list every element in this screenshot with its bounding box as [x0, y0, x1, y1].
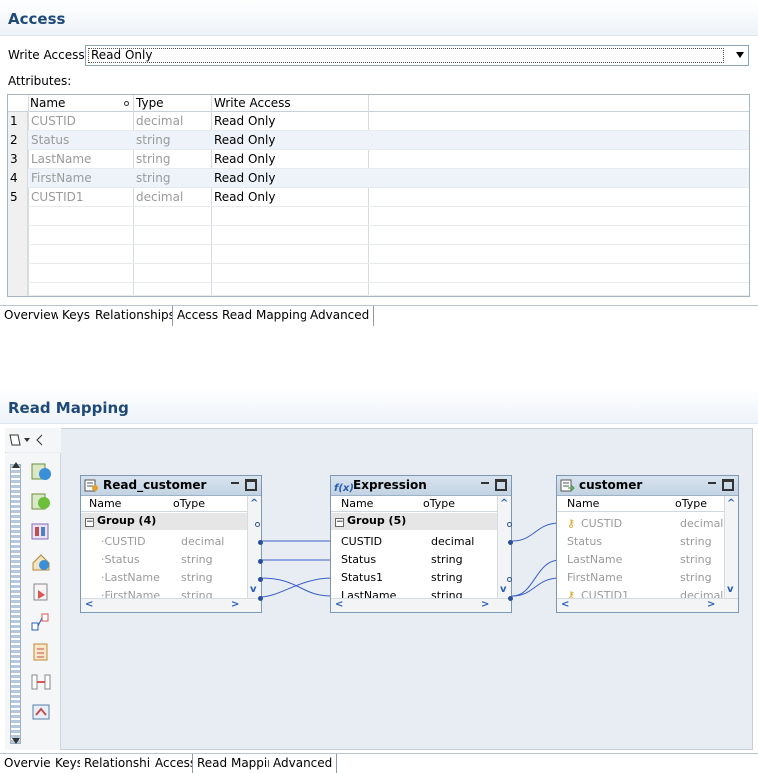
field-name: CUSTID	[581, 517, 623, 530]
column-header: Name οType	[81, 496, 247, 512]
maximize-icon[interactable]	[245, 479, 257, 491]
expression-title: Expression	[353, 478, 427, 492]
port-icon[interactable]	[507, 577, 512, 582]
type-label: Type	[179, 497, 205, 510]
port-icon[interactable]	[508, 596, 513, 601]
scroll-up-icon[interactable]: ^	[727, 498, 735, 509]
scroll-right-icon[interactable]: >	[707, 599, 715, 610]
column-header-type: οType	[423, 497, 455, 510]
maximize-icon[interactable]	[495, 479, 507, 491]
horizontal-scrollbar[interactable]: < >	[331, 598, 511, 612]
group-label: Group (4)	[97, 514, 157, 527]
maximize-icon[interactable]	[722, 479, 734, 491]
port-icon[interactable]	[255, 522, 260, 527]
field-label: LastName	[104, 571, 160, 584]
field-type: string	[680, 553, 712, 566]
column-header: Name οType	[557, 496, 724, 512]
field-name: Status	[341, 553, 377, 566]
port-icon[interactable]	[258, 596, 263, 601]
read-source-icon	[84, 479, 98, 492]
horizontal-scrollbar[interactable]: < >	[81, 598, 261, 612]
tab-advanced[interactable]: Advanced	[269, 754, 338, 773]
column-header-name: Name	[341, 497, 374, 510]
scroll-left-icon[interactable]: <	[85, 599, 93, 610]
scroll-right-icon[interactable]: >	[231, 599, 239, 610]
field-type: string	[181, 553, 213, 566]
field-label: CUSTID	[104, 535, 146, 548]
key-icon: ⚷	[567, 517, 576, 530]
scroll-down-icon[interactable]: v	[727, 584, 734, 595]
scroll-right-icon[interactable]: >	[481, 599, 489, 610]
horizontal-scrollbar[interactable]: < >	[557, 598, 738, 612]
group-row[interactable]: − Group (4)	[81, 513, 247, 530]
field-type: string	[431, 571, 463, 584]
field-label: FirstName	[104, 589, 161, 598]
field-name: LastName	[567, 553, 623, 566]
field-name: CUSTID	[341, 535, 383, 548]
vertical-scrollbar[interactable]: ^ v	[724, 496, 738, 598]
field-type: string	[680, 535, 712, 548]
customer-title: customer	[579, 478, 643, 492]
type-label: Type	[681, 497, 707, 510]
port-icon[interactable]	[258, 540, 263, 545]
field-name: FirstName	[567, 571, 623, 584]
read-customer-title: Read_customer	[103, 478, 207, 492]
field-type: string	[680, 571, 712, 584]
port-icon[interactable]	[258, 559, 263, 564]
field-type: string	[431, 553, 463, 566]
field-type: string	[431, 589, 463, 598]
column-header-type: οType	[173, 497, 205, 510]
vertical-scrollbar[interactable]: ^ v	[247, 496, 261, 598]
collapse-icon[interactable]: −	[335, 518, 344, 527]
column-header-name: Name	[89, 497, 122, 510]
field-type: decimal	[181, 535, 225, 548]
column-header-name: Name	[567, 497, 600, 510]
scroll-down-icon[interactable]: v	[250, 584, 257, 595]
port-icon[interactable]	[508, 540, 513, 545]
scroll-up-icon[interactable]: ^	[500, 498, 508, 509]
column-header-type: οType	[675, 497, 707, 510]
minimize-icon[interactable]	[708, 482, 716, 484]
field-name: ·LastName	[101, 571, 160, 584]
read-customer-title-bar[interactable]: Read_customer	[81, 476, 261, 496]
mapping-links	[259, 520, 566, 599]
function-icon: f(x)	[334, 483, 354, 494]
field-type: decimal	[680, 517, 724, 530]
read-customer-transformation[interactable]: Read_customer Name οType − Group (4) ·CUS…	[80, 475, 263, 613]
editor-tabs-bottom: Overview Keys Relationships Access Read …	[0, 753, 758, 773]
field-name: ·FirstName	[101, 587, 160, 598]
scroll-up-icon[interactable]: ^	[250, 498, 258, 509]
field-type: string	[181, 589, 213, 598]
field-name: LastName	[341, 589, 397, 598]
group-label: Group (5)	[347, 514, 407, 527]
field-type: decimal	[680, 589, 724, 598]
customer-target[interactable]: customer Name οType ⚷ CUSTID decimal Sta…	[556, 475, 739, 613]
field-name: ·CUSTID	[101, 535, 146, 548]
minimize-icon[interactable]	[231, 482, 239, 484]
vertical-scrollbar[interactable]: ^ v	[497, 496, 511, 598]
field-type: decimal	[431, 535, 475, 548]
port-icon[interactable]	[507, 522, 512, 527]
field-name: Status	[567, 535, 603, 548]
customer-title-bar[interactable]: customer	[557, 476, 738, 496]
write-target-icon	[560, 479, 575, 492]
type-label: Type	[429, 497, 455, 510]
minimize-icon[interactable]	[481, 482, 489, 484]
port-icon[interactable]	[258, 577, 263, 582]
field-name: Status1	[341, 571, 384, 584]
column-header: Name οType	[331, 496, 497, 512]
expression-transformation[interactable]: f(x) Expression Name οType − Group (5) CU…	[330, 475, 513, 613]
scroll-left-icon[interactable]: <	[561, 599, 569, 610]
group-row[interactable]: − Group (5)	[331, 513, 497, 530]
expression-title-bar[interactable]: f(x) Expression	[331, 476, 511, 496]
field-name: ·Status	[101, 553, 140, 566]
collapse-icon[interactable]: −	[85, 518, 94, 527]
field-type: string	[181, 571, 213, 584]
field-name: CUSTID1	[581, 589, 630, 598]
key-icon: ⚷	[567, 589, 576, 598]
field-label: Status	[104, 553, 140, 566]
scroll-left-icon[interactable]: <	[335, 599, 343, 610]
scroll-down-icon[interactable]: v	[500, 584, 507, 595]
